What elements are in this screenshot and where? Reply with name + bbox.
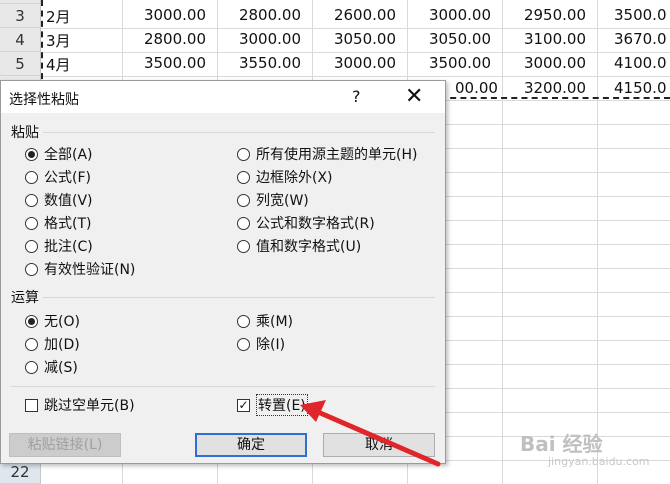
watermark-url: jingyan.baidu.com bbox=[548, 455, 650, 468]
annotation-arrow-icon bbox=[300, 400, 441, 467]
watermark: Bai 经验 bbox=[520, 432, 603, 456]
